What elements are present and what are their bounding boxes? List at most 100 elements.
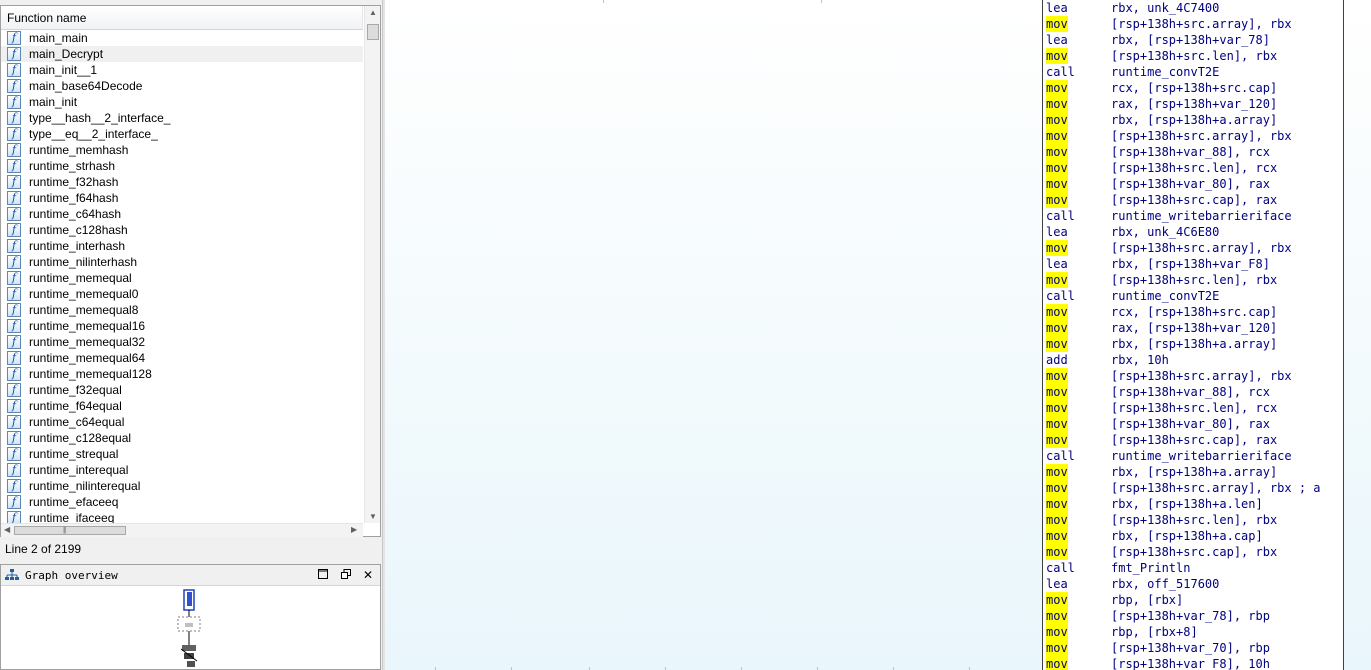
- instruction-mnemonic[interactable]: mov: [1046, 464, 1068, 480]
- instruction-line[interactable]: mov rax, [rsp+138h+var_120]: [1043, 320, 1343, 336]
- instruction-line[interactable]: mov rbp, [rbx+8]: [1043, 624, 1343, 640]
- function-list-item[interactable]: f runtime_efaceeq: [1, 494, 363, 510]
- instruction-mnemonic[interactable]: call: [1046, 64, 1075, 80]
- horizontal-scroll-thumb[interactable]: |||: [14, 526, 126, 535]
- instruction-operands[interactable]: rbx, [rsp+138h+var_78]: [1111, 32, 1270, 48]
- instruction-mnemonic[interactable]: mov: [1046, 528, 1068, 544]
- instruction-line[interactable]: call runtime_writebarrieriface: [1043, 448, 1343, 464]
- instruction-mnemonic[interactable]: mov: [1046, 80, 1068, 96]
- instruction-operands[interactable]: [rsp+138h+src.array], rbx: [1111, 128, 1292, 144]
- instruction-operands[interactable]: [rsp+138h+src.array], rbx ; a: [1111, 480, 1321, 496]
- instruction-line[interactable]: mov rcx, [rsp+138h+src.cap]: [1043, 80, 1343, 96]
- scroll-up-arrow-icon[interactable]: ▲: [369, 8, 377, 17]
- function-list-item[interactable]: f runtime_c128equal: [1, 430, 363, 446]
- vertical-scrollbar[interactable]: ▲ ▼: [364, 6, 380, 523]
- instruction-operands[interactable]: rbx, unk_4C7400: [1111, 0, 1219, 16]
- instruction-line[interactable]: mov [rsp+138h+src.len], rcx: [1043, 400, 1343, 416]
- instruction-mnemonic[interactable]: mov: [1046, 432, 1068, 448]
- instruction-mnemonic[interactable]: mov: [1046, 512, 1068, 528]
- instruction-line[interactable]: call runtime_writebarrieriface: [1043, 208, 1343, 224]
- instruction-operands[interactable]: rbx, unk_4C6E80: [1111, 224, 1219, 240]
- instruction-operands[interactable]: rax, [rsp+138h+var_120]: [1111, 96, 1277, 112]
- function-list-item[interactable]: f runtime_memequal16: [1, 318, 363, 334]
- instruction-operands[interactable]: [rsp+138h+src.array], rbx: [1111, 368, 1292, 384]
- instruction-mnemonic[interactable]: mov: [1046, 608, 1068, 624]
- instruction-line[interactable]: lea rbx, off_517600: [1043, 576, 1343, 592]
- instruction-mnemonic[interactable]: mov: [1046, 16, 1068, 32]
- vertical-scroll-thumb[interactable]: [367, 24, 379, 40]
- instruction-operands[interactable]: rcx, [rsp+138h+src.cap]: [1111, 304, 1277, 320]
- function-list-item[interactable]: f runtime_strequal: [1, 446, 363, 462]
- instruction-operands[interactable]: [rsp+138h+src.len], rbx: [1111, 48, 1277, 64]
- instruction-line[interactable]: mov [rsp+138h+var_78], rbp: [1043, 608, 1343, 624]
- function-list-item[interactable]: f runtime_memequal8: [1, 302, 363, 318]
- function-list-item[interactable]: f main_Decrypt: [1, 46, 363, 62]
- instruction-operands[interactable]: [rsp+138h+var_80], rax: [1111, 416, 1270, 432]
- function-list-item[interactable]: f main_base64Decode: [1, 78, 363, 94]
- graph-overview-canvas[interactable]: [1, 587, 380, 669]
- instruction-operands[interactable]: rbx, [rsp+138h+a.array]: [1111, 336, 1277, 352]
- function-list-item[interactable]: f runtime_f32equal: [1, 382, 363, 398]
- instruction-line[interactable]: mov [rsp+138h+src.cap], rax: [1043, 192, 1343, 208]
- function-list-item[interactable]: f runtime_memequal32: [1, 334, 363, 350]
- instruction-operands[interactable]: rax, [rsp+138h+var_120]: [1111, 320, 1277, 336]
- instruction-line[interactable]: mov [rsp+138h+src.cap], rax: [1043, 432, 1343, 448]
- instruction-line[interactable]: mov rbx, [rsp+138h+a.array]: [1043, 112, 1343, 128]
- instruction-line[interactable]: mov [rsp+138h+src.array], rbx: [1043, 240, 1343, 256]
- instruction-mnemonic[interactable]: lea: [1046, 256, 1068, 272]
- function-list-item[interactable]: f runtime_f32hash: [1, 174, 363, 190]
- instruction-line[interactable]: mov [rsp+138h+src.len], rcx: [1043, 160, 1343, 176]
- instruction-mnemonic[interactable]: mov: [1046, 336, 1068, 352]
- function-list-item[interactable]: f runtime_memequal128: [1, 366, 363, 382]
- close-icon[interactable]: ✕: [361, 568, 375, 582]
- function-list-item[interactable]: f runtime_c64equal: [1, 414, 363, 430]
- instruction-line[interactable]: mov rbx, [rsp+138h+a.cap]: [1043, 528, 1343, 544]
- instruction-mnemonic[interactable]: lea: [1046, 576, 1068, 592]
- instruction-operands[interactable]: rbx, [rsp+138h+a.len]: [1111, 496, 1263, 512]
- instruction-line[interactable]: mov rbx, [rsp+138h+a.array]: [1043, 464, 1343, 480]
- instruction-operands[interactable]: [rsp+138h+src.cap], rax: [1111, 432, 1277, 448]
- instruction-line[interactable]: add rbx, 10h: [1043, 352, 1343, 368]
- instruction-mnemonic[interactable]: call: [1046, 448, 1075, 464]
- function-list-item[interactable]: f runtime_nilinterequal: [1, 478, 363, 494]
- instruction-operands[interactable]: rbp, [rbx+8]: [1111, 624, 1198, 640]
- function-list-item[interactable]: f runtime_memequal: [1, 270, 363, 286]
- function-list-item[interactable]: f runtime_ifaceeq: [1, 510, 363, 523]
- instruction-mnemonic[interactable]: mov: [1046, 48, 1068, 64]
- instruction-line[interactable]: call runtime_convT2E: [1043, 288, 1343, 304]
- instruction-mnemonic[interactable]: mov: [1046, 592, 1068, 608]
- instruction-line[interactable]: mov [rsp+138h+src.len], rbx: [1043, 512, 1343, 528]
- scroll-left-arrow-icon[interactable]: ◀: [4, 525, 10, 534]
- instruction-operands[interactable]: [rsp+138h+var_F8], 10h: [1111, 656, 1270, 670]
- instruction-mnemonic[interactable]: add: [1046, 352, 1068, 368]
- instruction-line[interactable]: mov [rsp+138h+src.len], rbx: [1043, 48, 1343, 64]
- instruction-mnemonic[interactable]: mov: [1046, 544, 1068, 560]
- instruction-operands[interactable]: rbx, [rsp+138h+a.array]: [1111, 112, 1277, 128]
- function-list-item[interactable]: f runtime_nilinterhash: [1, 254, 363, 270]
- function-list-item[interactable]: f type__hash__2_interface_: [1, 110, 363, 126]
- function-list-item[interactable]: f runtime_memhash: [1, 142, 363, 158]
- instruction-mnemonic[interactable]: mov: [1046, 496, 1068, 512]
- function-list-item[interactable]: f runtime_memequal64: [1, 350, 363, 366]
- function-name-column-header[interactable]: Function name: [1, 6, 363, 30]
- instruction-operands[interactable]: runtime_convT2E: [1111, 64, 1219, 80]
- instruction-line[interactable]: call fmt_Println: [1043, 560, 1343, 576]
- instruction-operands[interactable]: rbx, 10h: [1111, 352, 1169, 368]
- instruction-mnemonic[interactable]: mov: [1046, 368, 1068, 384]
- float-window-icon[interactable]: [339, 568, 353, 582]
- instruction-mnemonic[interactable]: mov: [1046, 624, 1068, 640]
- disassembly-graph-view[interactable]: lea rbx, unk_4C7400 mov [rsp+138h+src.array…: [385, 0, 1371, 670]
- instruction-line[interactable]: mov [rsp+138h+src.array], rbx: [1043, 128, 1343, 144]
- instruction-mnemonic[interactable]: mov: [1046, 240, 1068, 256]
- instruction-mnemonic[interactable]: mov: [1046, 640, 1068, 656]
- instruction-line[interactable]: lea rbx, [rsp+138h+var_78]: [1043, 32, 1343, 48]
- function-list[interactable]: f main_main f main_Decrypt f main_init__1 f mai…: [1, 30, 363, 523]
- instruction-operands[interactable]: [rsp+138h+src.len], rbx: [1111, 272, 1277, 288]
- instruction-operands[interactable]: [rsp+138h+var_88], rcx: [1111, 144, 1270, 160]
- function-list-item[interactable]: f runtime_c128hash: [1, 222, 363, 238]
- instruction-line[interactable]: lea rbx, unk_4C7400: [1043, 0, 1343, 16]
- instruction-operands[interactable]: [rsp+138h+src.cap], rbx: [1111, 544, 1277, 560]
- instruction-mnemonic[interactable]: mov: [1046, 128, 1068, 144]
- instruction-mnemonic[interactable]: mov: [1046, 192, 1068, 208]
- instruction-operands[interactable]: rcx, [rsp+138h+src.cap]: [1111, 80, 1277, 96]
